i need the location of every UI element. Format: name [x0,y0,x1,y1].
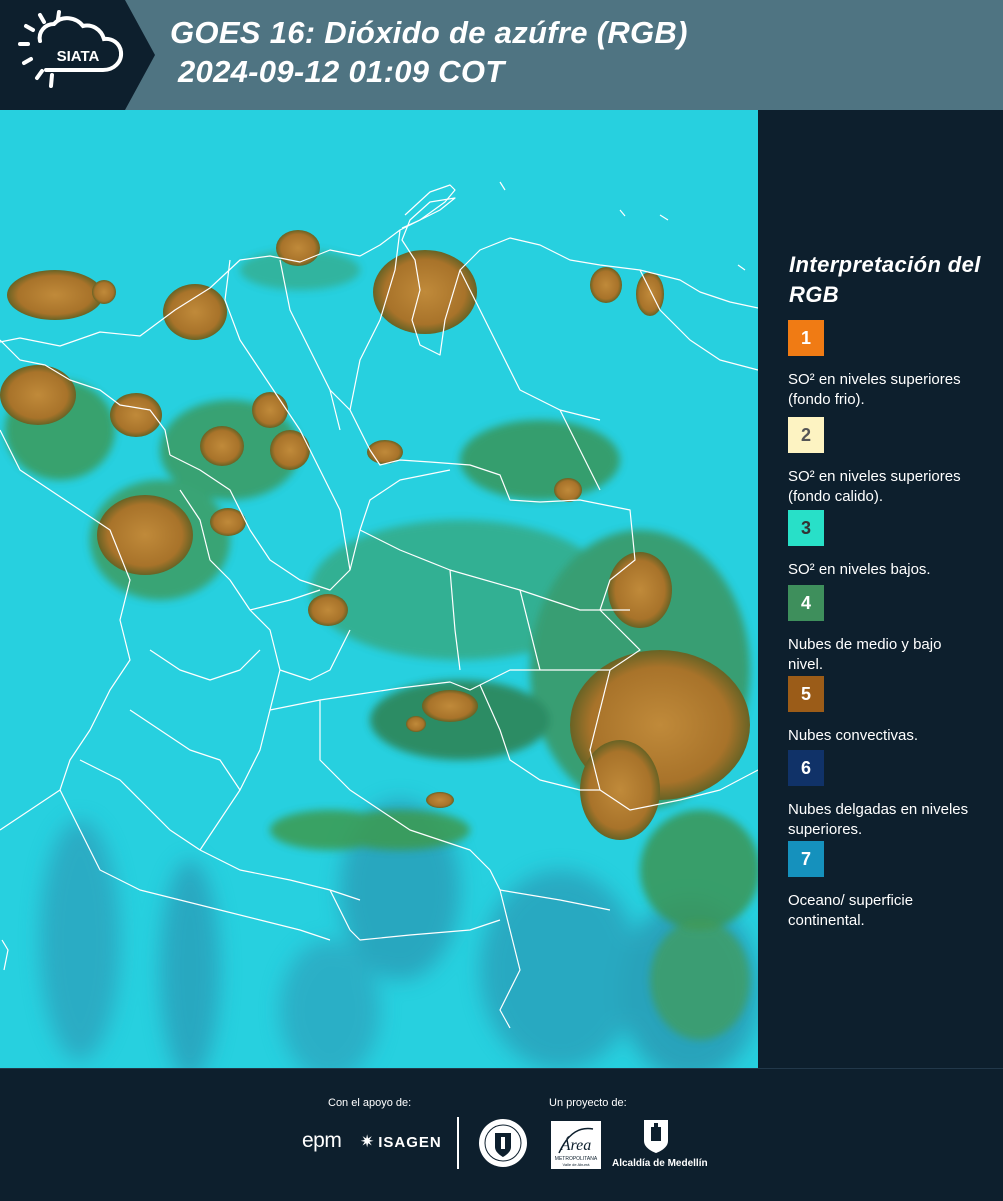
legend-swatch: 4 [788,585,824,621]
legend-description: Oceano/ superficie continental. [788,892,914,929]
svg-text:Valle de Aburrá: Valle de Aburrá [562,1162,590,1167]
legend-description: SO² en niveles superiores (fondo frio). [788,371,961,408]
header: SIATA GOES 16: Dióxido de azúfre (RGB) 2… [0,0,1003,110]
legend-panel: Interpretación del RGB 1 SO² en niveles … [758,110,1003,1068]
legend-swatch: 2 [788,417,824,453]
area-metropolitana-logo: Área METROPOLITANA Valle de Aburrá [551,1121,601,1169]
legend-item-6: 6 Nubes delgadas en niveles superiores. [788,750,988,840]
epm-logo: epm [302,1129,342,1153]
page-title: GOES 16: Dióxido de azúfre (RGB) [170,15,688,50]
legend-swatch: 7 [788,841,824,877]
medellin-seal-icon [479,1119,527,1167]
legend-item-4: 4 Nubes de medio y bajo nivel. [788,585,988,675]
siata-logo: SIATA [0,0,155,110]
legend-item-2: 2 SO² en niveles superiores (fondo calid… [788,417,988,507]
legend-swatch: 5 [788,676,824,712]
legend-description: SO² en niveles bajos. [788,561,931,578]
legend-item-1: 1 SO² en niveles superiores (fondo frio)… [788,320,988,410]
isagen-logo-text: ISAGEN [378,1134,442,1151]
legend-item-3: 3 SO² en niveles bajos. [788,510,988,580]
legend-item-5: 5 Nubes convectivas. [788,676,988,746]
legend-description: Nubes convectivas. [788,727,919,744]
isagen-star-icon: ✷ [360,1132,376,1151]
satellite-map [0,110,758,1068]
support-label: Con el apoyo de: [328,1097,412,1109]
project-label: Un proyecto de: [549,1097,627,1109]
alcaldia-label: Alcaldía de Medellín [612,1158,708,1169]
epm-logo-text: epm [302,1129,342,1152]
legend-swatch: 6 [788,750,824,786]
legend-description: SO² en niveles superiores (fondo calido)… [788,468,961,505]
svg-text:Área: Área [560,1135,592,1154]
legend-swatch: 1 [788,320,824,356]
svg-text:SIATA: SIATA [57,48,100,65]
footer-divider [457,1117,459,1169]
isagen-logo: ✷ ISAGEN [360,1132,442,1152]
legend-title: Interpretación del RGB [789,252,981,307]
legend-description: Nubes de medio y bajo nivel. [788,636,942,673]
legend-description: Nubes delgadas en niveles superiores. [788,801,969,838]
page-timestamp: 2024-09-12 01:09 COT [178,54,505,89]
footer: Con el apoyo de: Un proyecto de: epm ✷ IS… [0,1068,1003,1201]
legend-item-7: 7 Oceano/ superficie continental. [788,841,988,931]
alcaldia-shield-icon [644,1120,668,1153]
legend-swatch: 3 [788,510,824,546]
